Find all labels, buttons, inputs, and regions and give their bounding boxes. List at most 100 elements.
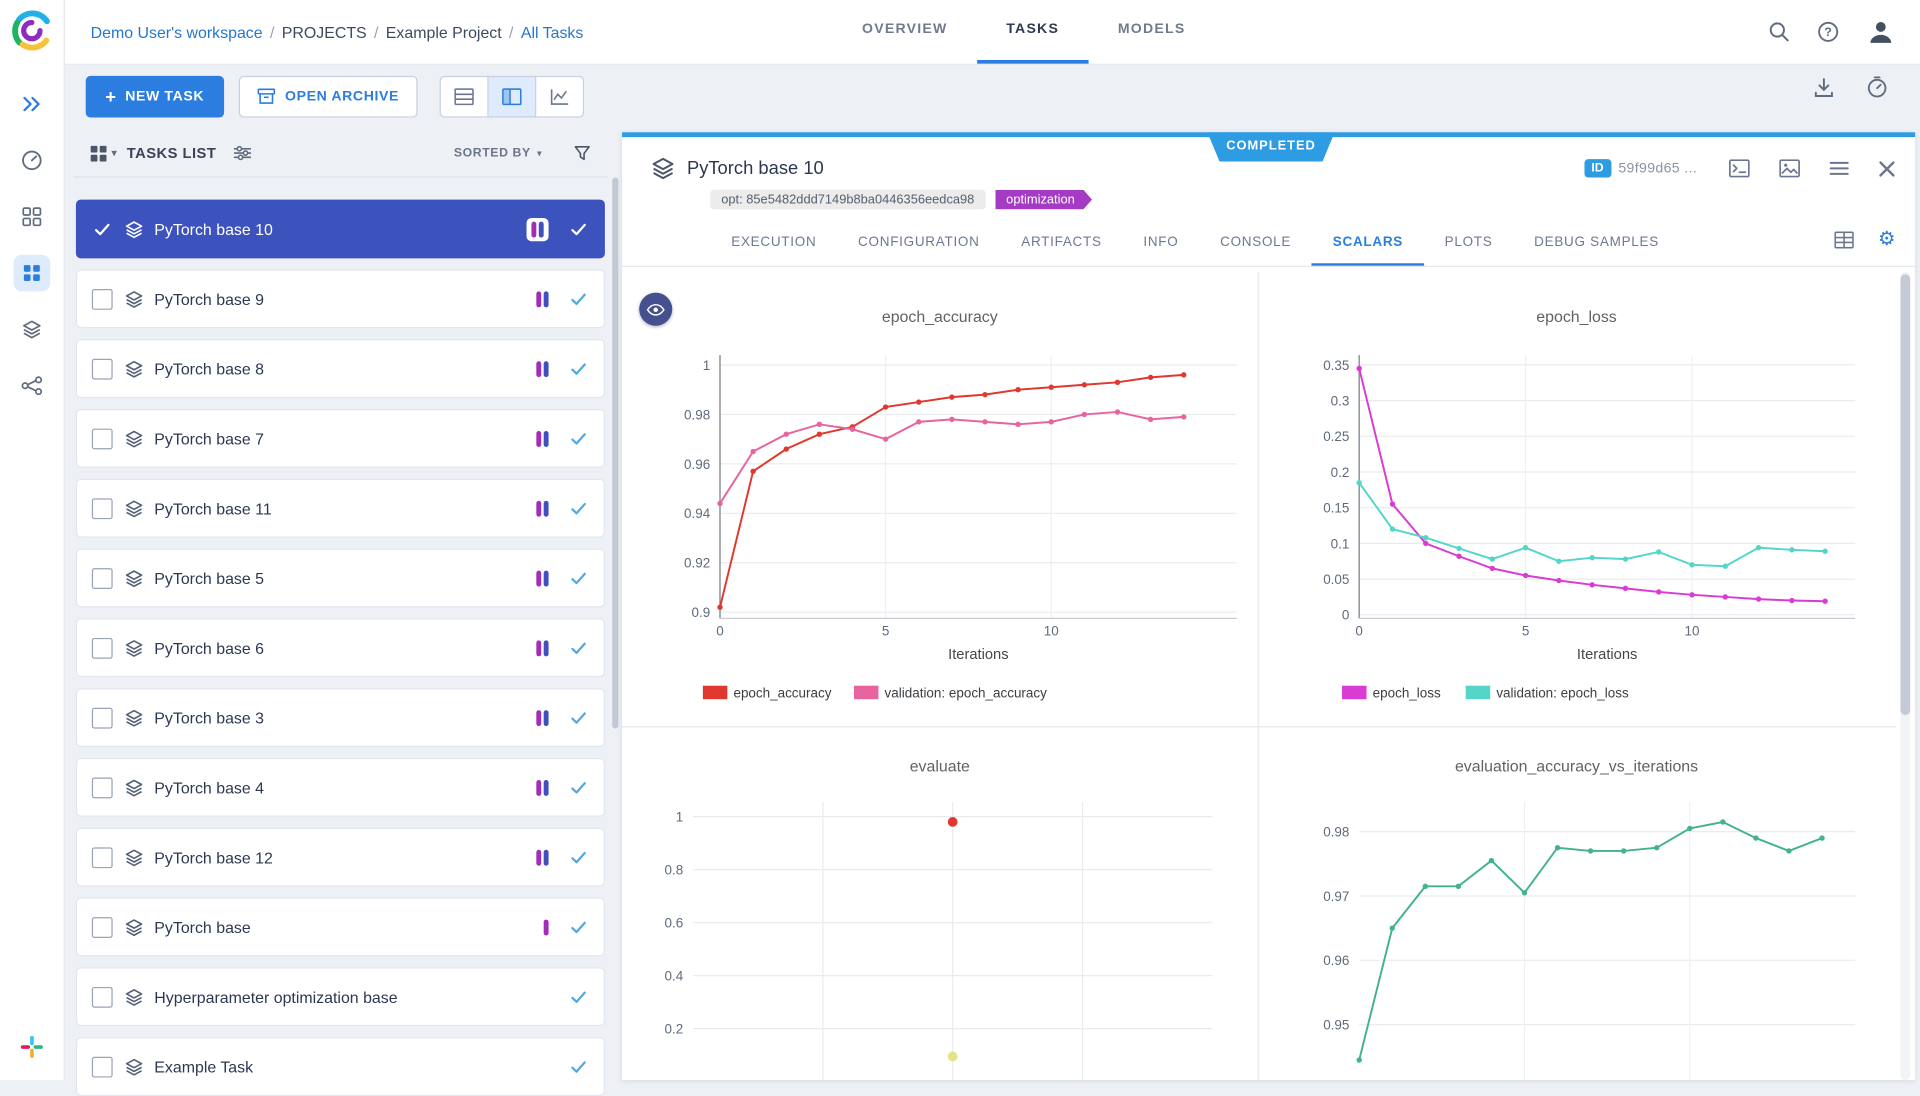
- task-checkbox[interactable]: [92, 1056, 113, 1077]
- task-tag[interactable]: optimization: [995, 190, 1092, 210]
- chart-cell-evaluate: 0.20.40.60.81evaluate: [622, 726, 1258, 1080]
- task-checkbox[interactable]: [92, 847, 113, 868]
- sorted-by-dropdown[interactable]: SORTED BY ▾: [454, 146, 543, 159]
- breadcrumb-item[interactable]: Demo User's workspace: [91, 23, 263, 41]
- console-shortcut-icon[interactable]: [1729, 159, 1750, 177]
- task-row[interactable]: Example Task: [76, 1037, 605, 1096]
- detail-tab-console[interactable]: CONSOLE: [1199, 222, 1312, 266]
- collapse-expand-icon[interactable]: [0, 76, 64, 132]
- top-tab-overview[interactable]: OVERVIEW: [833, 0, 977, 64]
- task-type-icon: [125, 569, 143, 587]
- download-icon[interactable]: [1813, 77, 1834, 98]
- output-model-pill: [544, 500, 549, 516]
- left-nav-rail: [0, 0, 65, 1080]
- svg-text:1: 1: [676, 810, 683, 825]
- task-checkbox[interactable]: [92, 986, 113, 1007]
- model-output-badge: [536, 291, 548, 307]
- search-icon[interactable]: [1768, 21, 1790, 43]
- task-type-icon: [125, 708, 143, 726]
- task-row[interactable]: PyTorch base 6: [76, 618, 605, 677]
- detail-tab-info[interactable]: INFO: [1123, 222, 1200, 266]
- task-checkbox[interactable]: [92, 917, 113, 938]
- scrollbar-thumb[interactable]: [1900, 274, 1910, 715]
- model-output-badge: [544, 919, 549, 935]
- task-row[interactable]: PyTorch base 3: [76, 688, 605, 747]
- chart-epoch_accuracy[interactable]: 0.90.920.940.960.9810510epoch_accuracyIt…: [622, 272, 1258, 726]
- menu-icon[interactable]: [1829, 160, 1849, 176]
- task-row[interactable]: PyTorch base 10: [76, 200, 605, 259]
- slack-icon[interactable]: [20, 1035, 44, 1066]
- task-id-value[interactable]: 59f99d65 ...: [1618, 161, 1697, 176]
- breadcrumb-item[interactable]: All Tasks: [521, 23, 584, 41]
- task-checkbox[interactable]: [92, 707, 113, 728]
- task-row[interactable]: PyTorch base 12: [76, 828, 605, 887]
- model-output-badge: [536, 640, 548, 656]
- top-tab-tasks[interactable]: TASKS: [977, 0, 1089, 64]
- task-name: PyTorch base 10: [154, 220, 273, 238]
- metrics-table-icon[interactable]: [1834, 231, 1854, 248]
- image-preview-icon[interactable]: [1779, 159, 1800, 177]
- task-type-icon: [125, 639, 143, 657]
- svg-text:0.25: 0.25: [1323, 429, 1349, 444]
- top-tab-models[interactable]: MODELS: [1088, 0, 1214, 64]
- pipelines-icon[interactable]: [0, 358, 64, 414]
- task-checkbox[interactable]: [92, 498, 113, 519]
- dashboard-icon[interactable]: [0, 132, 64, 188]
- chart-epoch_loss[interactable]: 00.050.10.150.20.250.30.350510epoch_loss…: [1258, 272, 1896, 726]
- detail-tab-configuration[interactable]: CONFIGURATION: [837, 222, 1000, 266]
- task-checkbox[interactable]: [92, 428, 113, 449]
- tasks-list-panel: ▾ TASKS LIST SORTED BY ▾ PyTorch base 10…: [73, 130, 607, 1080]
- auto-refresh-icon[interactable]: [1866, 76, 1888, 98]
- tasks-icon[interactable]: [0, 245, 64, 301]
- user-avatar[interactable]: [1866, 17, 1895, 46]
- detail-tab-scalars[interactable]: SCALARS: [1312, 222, 1424, 266]
- close-icon[interactable]: [1878, 160, 1895, 177]
- output-model-pill: [544, 291, 549, 307]
- scrollbar-thumb[interactable]: [612, 178, 618, 729]
- task-row[interactable]: PyTorch base: [76, 898, 605, 957]
- table-view-icon[interactable]: [439, 76, 488, 118]
- help-icon[interactable]: ?: [1817, 21, 1839, 43]
- charts-scrollbar[interactable]: [1900, 272, 1910, 1080]
- projects-icon[interactable]: [0, 189, 64, 245]
- task-checkbox[interactable]: [92, 358, 113, 379]
- task-row[interactable]: PyTorch base 5: [76, 549, 605, 608]
- chart-view-icon[interactable]: [536, 76, 584, 118]
- settings-gear-icon[interactable]: ⚙: [1878, 230, 1896, 250]
- task-checkbox[interactable]: [92, 568, 113, 589]
- detail-tab-execution[interactable]: EXECUTION: [710, 222, 837, 266]
- task-tag[interactable]: opt: 85e5482ddd7149b8ba0446356eedca98: [710, 190, 985, 210]
- task-checkbox[interactable]: [92, 637, 113, 658]
- task-row[interactable]: Hyperparameter optimization base: [76, 967, 605, 1026]
- task-status-check-icon: [571, 292, 587, 305]
- task-row[interactable]: PyTorch base 8: [76, 339, 605, 398]
- open-archive-button[interactable]: OPEN ARCHIVE: [238, 76, 417, 118]
- task-checkbox[interactable]: [92, 219, 113, 240]
- datasets-icon[interactable]: [0, 301, 64, 357]
- detail-tab-plots[interactable]: PLOTS: [1424, 222, 1513, 266]
- show-hide-metrics-eye-button[interactable]: [639, 293, 672, 326]
- new-task-button[interactable]: + NEW TASK: [86, 76, 224, 118]
- task-row[interactable]: PyTorch base 4: [76, 758, 605, 817]
- clearml-logo-icon[interactable]: [9, 7, 56, 54]
- detail-tab-debug-samples[interactable]: DEBUG SAMPLES: [1513, 222, 1679, 266]
- column-settings-icon[interactable]: [233, 146, 250, 161]
- chart-evaluation_accuracy_vs_iterations[interactable]: 0.950.960.970.98evaluation_accuracy_vs_i…: [1258, 726, 1896, 1080]
- breadcrumb-item: PROJECTS: [282, 23, 367, 41]
- tasks-list-scrollbar[interactable]: [612, 130, 618, 1080]
- split-view-icon[interactable]: [488, 76, 536, 118]
- task-row[interactable]: PyTorch base 9: [76, 269, 605, 328]
- input-model-pill: [544, 919, 549, 935]
- model-output-badge: [527, 217, 549, 240]
- task-checkbox[interactable]: [92, 777, 113, 798]
- output-model-pill: [544, 849, 549, 865]
- filter-icon[interactable]: [574, 145, 590, 161]
- task-row[interactable]: PyTorch base 11: [76, 479, 605, 538]
- chart-evaluate[interactable]: 0.20.40.60.81evaluate: [622, 726, 1258, 1080]
- task-row[interactable]: PyTorch base 7: [76, 409, 605, 468]
- task-checkbox[interactable]: [92, 288, 113, 309]
- detail-tab-artifacts[interactable]: ARTIFACTS: [1000, 222, 1122, 266]
- model-output-badge: [536, 849, 548, 865]
- list-view-icon[interactable]: ▾: [91, 145, 117, 161]
- svg-text:0.97: 0.97: [1323, 889, 1349, 904]
